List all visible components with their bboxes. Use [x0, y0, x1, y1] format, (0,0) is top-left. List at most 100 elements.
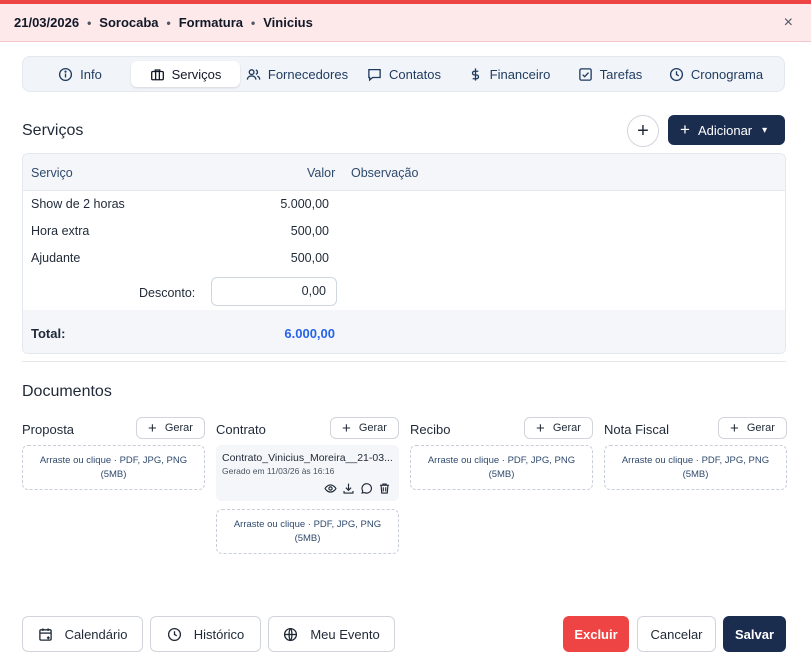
separator: • — [166, 15, 171, 30]
history-label: Histórico — [193, 626, 245, 642]
tab-label: Contatos — [388, 66, 442, 82]
generate-button[interactable]: + Gerar — [330, 417, 399, 439]
tab-label: Tarefas — [599, 66, 643, 82]
upload-dropzone[interactable]: Arraste ou clique · PDF, JPG, PNG (5MB) — [410, 445, 593, 490]
add-service-button[interactable]: + Adicionar ▾ — [668, 115, 785, 145]
upload-dropzone[interactable]: Arraste ou clique · PDF, JPG, PNG (5MB) — [216, 509, 399, 554]
dollar-icon — [471, 67, 479, 81]
plus-icon: + — [730, 419, 739, 437]
plus-icon: + — [342, 419, 351, 437]
tab-info[interactable]: Info — [29, 61, 131, 87]
plus-icon: + — [680, 120, 690, 139]
generate-button[interactable]: + Gerar — [524, 417, 593, 439]
separator: • — [251, 15, 256, 30]
plus-icon: + — [536, 419, 545, 437]
clock-icon — [167, 627, 181, 641]
calendar-label: Calendário — [64, 626, 128, 642]
file-generated-date: Gerado em 11/03/26 às 16:16 — [222, 466, 335, 476]
service-name: Hora extra — [31, 224, 90, 238]
service-value: 5.000,00 — [280, 197, 329, 211]
tab-tarefas[interactable]: Tarefas — [564, 61, 656, 87]
document-title: Recibo — [410, 422, 451, 437]
generate-label: Gerar — [552, 422, 581, 434]
tab-label: Financeiro — [489, 66, 551, 82]
generate-button[interactable]: + Gerar — [136, 417, 205, 439]
dropzone-size: (5MB) — [682, 469, 709, 480]
tab-contatos[interactable]: Contatos — [354, 61, 454, 87]
calendar-icon — [38, 627, 52, 641]
generate-label: Gerar — [358, 422, 387, 434]
tab-financeiro[interactable]: Financeiro — [454, 61, 564, 87]
dropzone-text: Arraste ou clique · PDF, JPG, PNG — [39, 455, 188, 466]
generate-label: Gerar — [746, 422, 775, 434]
tab-label: Serviços — [171, 66, 222, 82]
tab-fornecedores[interactable]: Fornecedores — [240, 61, 354, 87]
column-header-note: Observação — [351, 166, 419, 180]
upload-dropzone[interactable]: Arraste ou clique · PDF, JPG, PNG (5MB) — [604, 445, 787, 490]
add-service-label: Adicionar — [697, 122, 753, 138]
generate-label: Gerar — [164, 422, 193, 434]
history-button[interactable]: Histórico — [150, 616, 261, 652]
column-header-value: Valor — [307, 166, 336, 180]
total-value: 6.000,00 — [284, 326, 335, 341]
documents-title: Documentos — [22, 383, 112, 400]
services-title: Serviços — [22, 122, 84, 139]
service-value: 500,00 — [290, 251, 329, 265]
dropzone-size: (5MB) — [294, 533, 321, 544]
chevron-down-icon: ▾ — [762, 124, 768, 136]
file-card[interactable]: Contrato_Vinicius_Moreira__21-03... Gera… — [216, 445, 399, 501]
dropzone-size: (5MB) — [100, 469, 127, 480]
event-date: 21/03/2026 — [14, 15, 80, 30]
event-type: Formatura — [178, 15, 244, 30]
discount-input[interactable]: 0,00 — [211, 277, 337, 306]
whatsapp-icon[interactable] — [360, 482, 373, 495]
document-title: Proposta — [22, 422, 75, 437]
file-name: Contrato_Vinicius_Moreira__21-03... — [222, 452, 393, 464]
save-button[interactable]: Salvar — [723, 616, 786, 652]
trash-icon[interactable] — [378, 482, 391, 495]
separator: • — [87, 15, 92, 30]
my-event-button[interactable]: Meu Evento — [268, 616, 395, 652]
checkbox-icon — [578, 67, 592, 81]
tab-cronograma[interactable]: Cronograma — [656, 61, 776, 87]
message-icon — [368, 68, 381, 81]
upload-dropzone[interactable]: Arraste ou clique · PDF, JPG, PNG (5MB) — [22, 445, 205, 490]
column-header-service: Serviço — [31, 166, 73, 180]
globe-icon — [284, 627, 298, 641]
add-service-quick-button[interactable]: + — [627, 115, 659, 147]
document-title: Nota Fiscal — [604, 422, 670, 437]
tab-label: Fornecedores — [267, 66, 349, 82]
total-row: Total: 6.000,00 — [23, 310, 785, 353]
briefcase-icon — [150, 68, 164, 80]
event-header: 21/03/2026 • Sorocaba • Formatura • Vini… — [0, 4, 811, 42]
services-table: Serviço Valor Observação Show de 2 horas… — [22, 153, 786, 354]
cancel-button[interactable]: Cancelar — [637, 616, 716, 652]
file-actions — [324, 482, 391, 495]
info-icon — [59, 67, 73, 81]
calendar-button[interactable]: Calendário — [22, 616, 143, 652]
generate-button[interactable]: + Gerar — [718, 417, 787, 439]
my-event-label: Meu Evento — [310, 626, 380, 642]
service-name: Show de 2 horas — [31, 197, 125, 211]
service-value: 500,00 — [290, 224, 329, 238]
dropzone-text: Arraste ou clique · PDF, JPG, PNG — [233, 519, 382, 530]
users-icon — [246, 68, 261, 80]
tab-bar: Info Serviços Fornecedores Contatos Fina… — [22, 56, 785, 92]
dropzone-text: Arraste ou clique · PDF, JPG, PNG — [621, 455, 770, 466]
service-name: Ajudante — [31, 251, 81, 265]
section-divider — [22, 361, 786, 362]
clock-icon — [669, 67, 683, 81]
tab-label: Info — [80, 66, 102, 82]
total-label: Total: — [31, 326, 66, 341]
dropzone-size: (5MB) — [488, 469, 515, 480]
download-icon[interactable] — [342, 482, 355, 495]
tab-servicos[interactable]: Serviços — [131, 61, 240, 87]
event-client: Vinicius — [263, 15, 313, 30]
eye-icon[interactable] — [324, 482, 337, 495]
plus-icon: + — [637, 119, 649, 142]
table-header: Serviço Valor Observação — [23, 154, 785, 191]
delete-button[interactable]: Excluir — [563, 616, 629, 652]
close-icon[interactable]: × — [784, 14, 793, 32]
document-title: Contrato — [216, 422, 266, 437]
discount-label: Desconto: — [139, 286, 196, 300]
